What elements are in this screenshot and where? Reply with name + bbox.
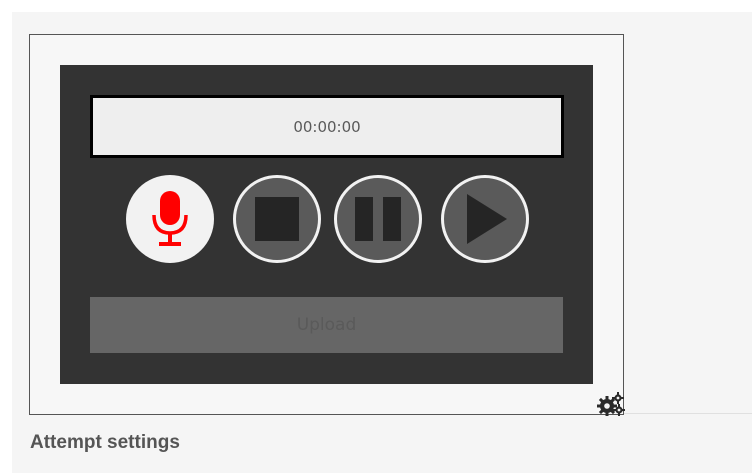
recording-timer: 00:00:00 [90, 95, 564, 158]
record-button[interactable] [126, 175, 214, 263]
divider [624, 413, 752, 414]
gears-icon[interactable] [597, 391, 625, 417]
pause-icon [355, 197, 401, 241]
audio-recorder-panel: 00:00:00 Upload [60, 65, 593, 384]
attempt-settings-heading[interactable]: Attempt settings [30, 432, 180, 454]
stop-button[interactable] [233, 175, 321, 263]
microphone-icon [152, 191, 188, 246]
pause-button[interactable] [334, 175, 422, 263]
stop-icon [255, 197, 299, 241]
upload-button[interactable]: Upload [90, 297, 563, 353]
play-button[interactable] [441, 175, 529, 263]
play-icon [467, 194, 507, 244]
